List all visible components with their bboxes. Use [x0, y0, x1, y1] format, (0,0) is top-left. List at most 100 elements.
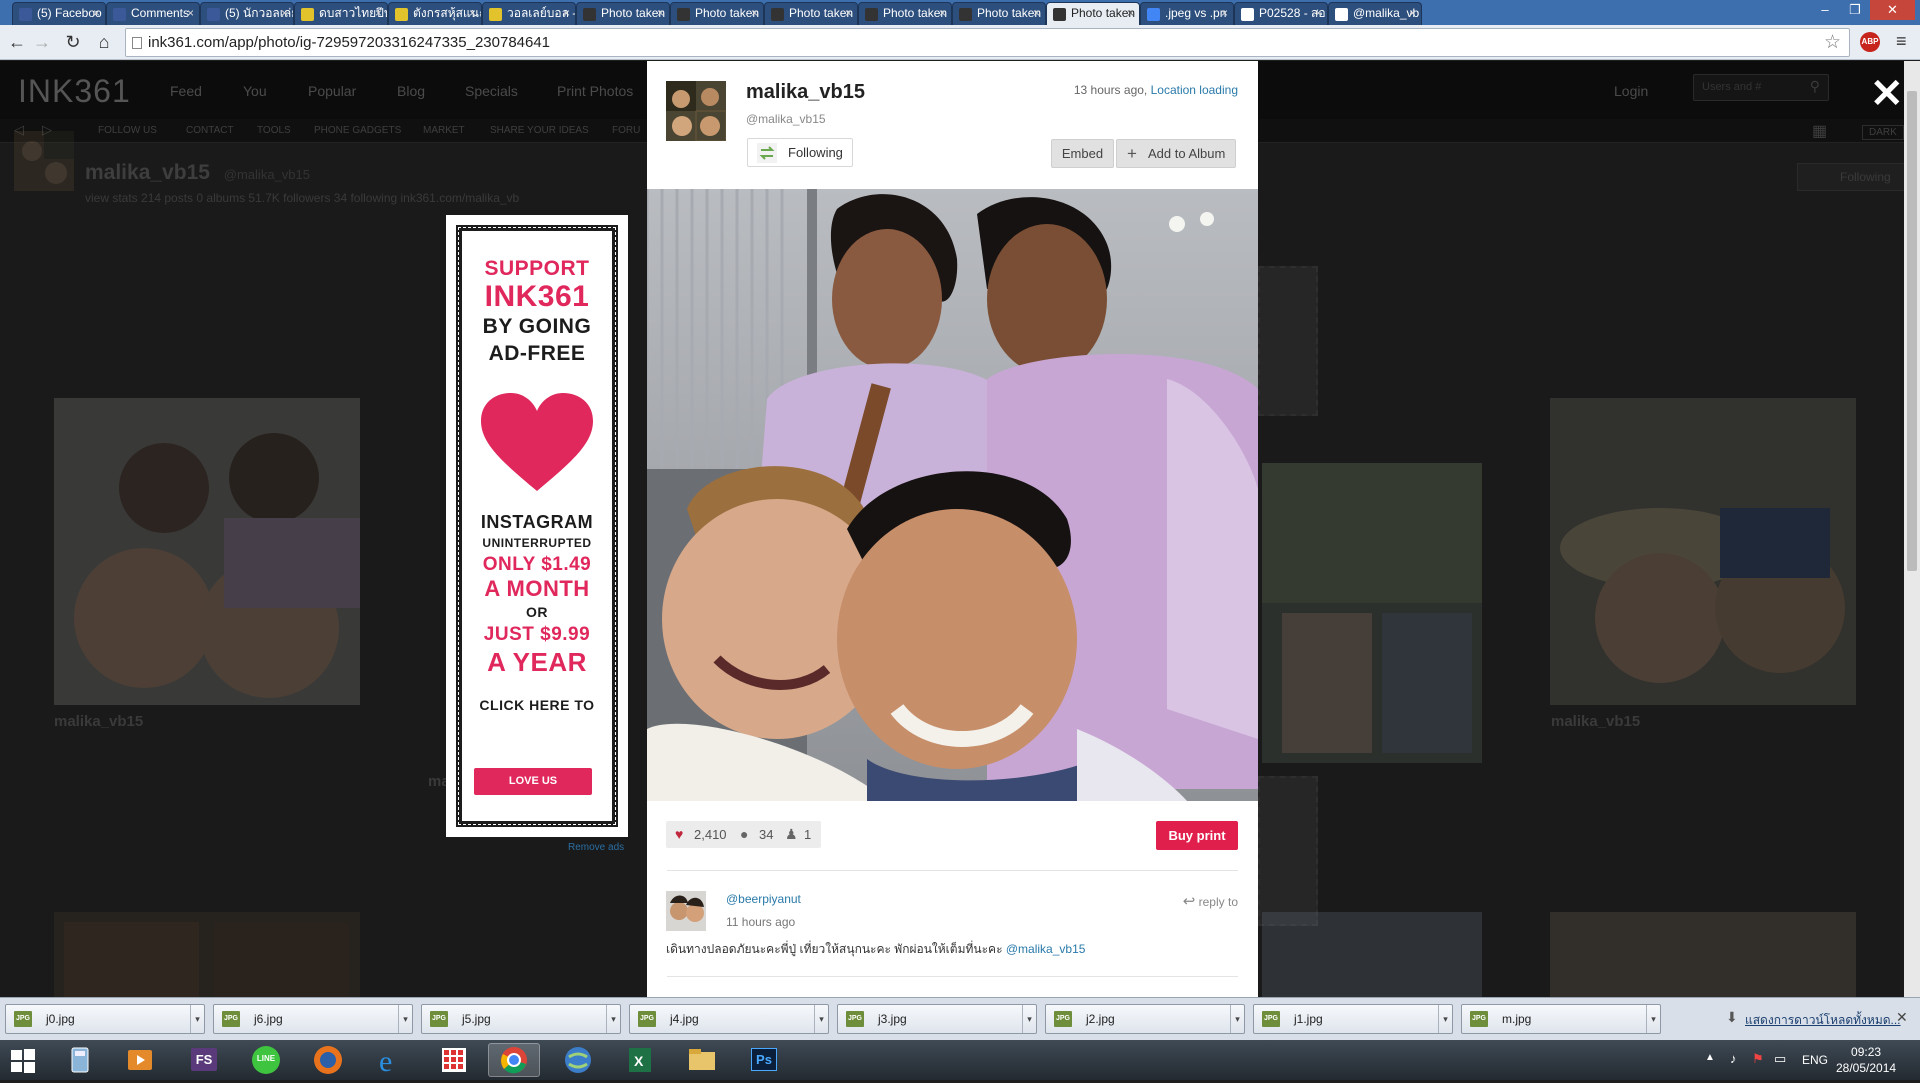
tab-close-icon[interactable]: ×	[657, 3, 664, 24]
bookmark-star-icon[interactable]: ☆	[1824, 29, 1841, 56]
embed-button[interactable]: Embed	[1051, 139, 1114, 168]
close-modal-icon[interactable]: ✕	[1870, 74, 1904, 114]
download-item[interactable]: JPG j6.jpg ▾	[213, 1004, 413, 1034]
tab-close-icon[interactable]: ×	[1221, 3, 1228, 24]
reply-link[interactable]: ↩ reply to	[1183, 892, 1238, 910]
browser-tab[interactable]: Photo taken ×	[670, 2, 764, 25]
ie-icon[interactable]: e	[364, 1043, 416, 1078]
browser-tab[interactable]: (5) นักวอลเล่ย์ ×	[200, 2, 294, 25]
home-button[interactable]: ⌂	[93, 32, 115, 53]
excel-icon[interactable]: X	[614, 1043, 666, 1077]
browser-tab[interactable]: Photo taken ×	[858, 2, 952, 25]
media-player-icon[interactable]	[114, 1043, 166, 1077]
site-nav-item[interactable]: You	[243, 83, 267, 99]
tab-close-icon[interactable]: ×	[469, 3, 476, 24]
scrollbar-thumb[interactable]	[1907, 91, 1917, 571]
grid-photo-3[interactable]	[1550, 398, 1856, 705]
site-nav-item[interactable]: Popular	[308, 83, 356, 99]
site-search-input[interactable]: Users and # ⚲	[1693, 74, 1829, 101]
forward-button[interactable]: →	[31, 32, 53, 53]
download-item[interactable]: JPG m.jpg ▾	[1461, 1004, 1661, 1034]
following-button[interactable]: Following	[747, 138, 853, 167]
grid-app-icon[interactable]	[428, 1043, 480, 1077]
window-close-button[interactable]: ✕	[1870, 0, 1915, 20]
download-menu-chevron-icon[interactable]: ▾	[1438, 1005, 1452, 1033]
grid-photo-4[interactable]	[54, 912, 360, 997]
fs-icon[interactable]: FS	[178, 1043, 230, 1077]
browser-tab[interactable]: Photo taken ×	[764, 2, 858, 25]
download-item[interactable]: JPG j1.jpg ▾	[1253, 1004, 1453, 1034]
speaker-icon[interactable]: ♪	[1730, 1051, 1737, 1066]
owner-username[interactable]: malika_vb15	[746, 81, 865, 104]
browser-tab[interactable]: .jpeg vs .pn ×	[1140, 2, 1234, 25]
browser-tab[interactable]: ตังกรสหุ้สแนะ ×	[388, 2, 482, 25]
tab-close-icon[interactable]: ×	[93, 3, 100, 24]
download-menu-chevron-icon[interactable]: ▾	[1022, 1005, 1036, 1033]
tab-close-icon[interactable]: ×	[939, 3, 946, 24]
downloads-close-icon[interactable]: ✕	[1896, 1009, 1908, 1026]
ad-free-promo[interactable]: SUPPORT INK361 BY GOING AD-FREE INSTAGRA…	[446, 215, 628, 837]
remove-ads-link[interactable]: Remove ads	[568, 842, 624, 853]
grid-view-icon[interactable]: ▦	[1812, 121, 1827, 141]
grid-photo-6[interactable]	[1550, 912, 1856, 997]
tab-close-icon[interactable]: ×	[281, 3, 288, 24]
reload-button[interactable]: ↻	[62, 32, 84, 53]
site-nav-item[interactable]: Blog	[397, 83, 425, 99]
browser-tab[interactable]: (5) Faceboo ×	[12, 2, 106, 25]
tab-close-icon[interactable]: ×	[1033, 3, 1040, 24]
browser-tab[interactable]: Comments ×	[106, 2, 200, 25]
grid-photo-5[interactable]	[1262, 912, 1482, 997]
calculator-icon[interactable]	[54, 1043, 106, 1077]
clock[interactable]: 09:23 28/05/2014	[1836, 1044, 1896, 1076]
site-subnav-item[interactable]: FOLLOW US	[98, 125, 157, 136]
grid-caption-4[interactable]: malika_vb15	[1551, 713, 1640, 730]
people-tagged-count[interactable]: ♟ 1	[776, 821, 822, 848]
tab-close-icon[interactable]: ×	[845, 3, 852, 24]
browser-tab[interactable]: Photo taken ×	[952, 2, 1046, 25]
add-to-album-button[interactable]: + Add to Album	[1116, 139, 1236, 168]
download-menu-chevron-icon[interactable]: ▾	[398, 1005, 412, 1033]
commenter-avatar[interactable]	[666, 891, 706, 931]
likes-count[interactable]: ♥ 2,410	[666, 821, 737, 848]
browser-tab[interactable]: วอลเลย์บอล - ×	[482, 2, 576, 25]
tab-close-icon[interactable]: ×	[1127, 3, 1134, 24]
input-language[interactable]: ENG	[1802, 1053, 1828, 1067]
firefox-icon[interactable]	[302, 1043, 354, 1077]
ink361-logo[interactable]: INK361	[18, 73, 131, 110]
download-item[interactable]: JPG j5.jpg ▾	[421, 1004, 621, 1034]
tab-close-icon[interactable]: ×	[1315, 3, 1322, 24]
browser-tab[interactable]: P02528 - สอ ×	[1234, 2, 1328, 25]
tab-close-icon[interactable]: ×	[563, 3, 570, 24]
tab-close-icon[interactable]: ×	[751, 3, 758, 24]
commenter-username[interactable]: @beerpiyanut	[726, 892, 801, 906]
site-subnav-item[interactable]: PHONE GADGETS	[314, 125, 401, 136]
download-item[interactable]: JPG j3.jpg ▾	[837, 1004, 1037, 1034]
address-bar[interactable]: ink361.com/app/photo/ig-7295972033162473…	[125, 28, 1850, 57]
explorer-icon[interactable]	[676, 1043, 728, 1077]
browser-tab[interactable]: Photo taken ×	[1046, 2, 1140, 25]
site-nav-item[interactable]: Feed	[170, 83, 202, 99]
download-menu-chevron-icon[interactable]: ▾	[1646, 1005, 1660, 1033]
buy-print-button[interactable]: Buy print	[1156, 821, 1238, 850]
main-photo[interactable]	[647, 189, 1258, 801]
comment-mention[interactable]: @malika_vb15	[1006, 942, 1086, 956]
browser-tab[interactable]: Photo taken ×	[576, 2, 670, 25]
location-link[interactable]: Location loading	[1151, 83, 1238, 97]
profile-follow-button[interactable]: Following	[1797, 163, 1909, 191]
download-menu-chevron-icon[interactable]: ▾	[814, 1005, 828, 1033]
download-item[interactable]: JPG j0.jpg ▾	[5, 1004, 205, 1034]
grid-caption-1[interactable]: malika_vb15	[54, 713, 143, 730]
chrome-icon[interactable]	[488, 1043, 540, 1077]
download-menu-chevron-icon[interactable]: ▾	[1230, 1005, 1244, 1033]
tab-close-icon[interactable]: ×	[1409, 3, 1416, 24]
minimize-button[interactable]: –	[1810, 0, 1840, 20]
love-us-button[interactable]: LOVE US	[474, 768, 592, 795]
site-subnav-item[interactable]: CONTACT	[186, 125, 234, 136]
tray-expand-icon[interactable]: ▲	[1705, 1052, 1715, 1063]
back-button[interactable]: ←	[6, 32, 28, 53]
restore-button[interactable]: ❐	[1840, 0, 1870, 20]
site-nav-item[interactable]: Specials	[465, 83, 518, 99]
grid-photo-1[interactable]	[54, 398, 360, 705]
download-item[interactable]: JPG j4.jpg ▾	[629, 1004, 829, 1034]
chrome-menu-icon[interactable]: ≡	[1896, 31, 1907, 52]
